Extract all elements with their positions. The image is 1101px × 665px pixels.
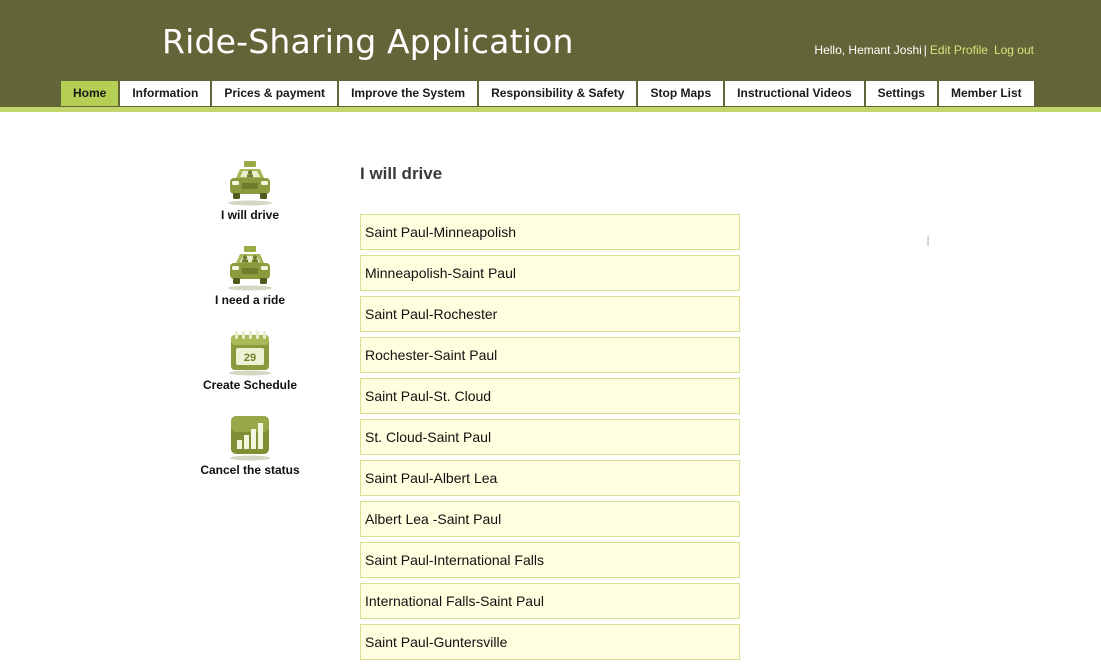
bar-chart-icon [230, 416, 270, 461]
sidebar-item-cancel-status[interactable]: Cancel the status [190, 413, 310, 477]
route-item[interactable]: Saint Paul-Rochester [360, 296, 740, 332]
calendar-day: 29 [244, 352, 256, 364]
calendar-icon: 29 [229, 331, 271, 376]
route-item[interactable]: International Falls-Saint Paul [360, 583, 740, 619]
user-bar: Hello, Hemant Joshi | Edit Profile Log out [814, 43, 1034, 57]
sidebar-item-label: Create Schedule [202, 378, 298, 392]
tab-stop-maps[interactable]: Stop Maps [638, 81, 724, 106]
sidebar-item-label: I need a ride [214, 293, 286, 307]
main-nav: Home Information Prices & payment Improv… [61, 81, 1036, 106]
tab-improve-system[interactable]: Improve the System [339, 81, 478, 106]
route-item[interactable]: St. Cloud-Saint Paul [360, 419, 740, 455]
tab-information[interactable]: Information [120, 81, 211, 106]
route-item[interactable]: Saint Paul-Guntersville [360, 624, 740, 660]
taxi-passengers-icon [228, 246, 272, 291]
route-item[interactable]: Saint Paul-Minneapolish [360, 214, 740, 250]
tab-instructional-videos[interactable]: Instructional Videos [725, 81, 864, 106]
sidebar-item-i-will-drive[interactable]: I will drive [190, 158, 310, 222]
app-title: Ride-Sharing Application [162, 22, 574, 61]
page-title: I will drive [360, 164, 443, 183]
route-item[interactable]: Saint Paul-St. Cloud [360, 378, 740, 414]
header-accent-stripe [0, 107, 1101, 112]
route-item[interactable]: Saint Paul-Albert Lea [360, 460, 740, 496]
main-content: I will drive Saint Paul-Minneapolish Min… [360, 164, 740, 660]
text-cursor-icon: I [926, 234, 931, 250]
route-item[interactable]: Minneapolish-Saint Paul [360, 255, 740, 291]
tab-responsibility-safety[interactable]: Responsibility & Safety [479, 81, 637, 106]
route-item[interactable]: Albert Lea -Saint Paul [360, 501, 740, 537]
logout-link[interactable]: Log out [994, 43, 1034, 57]
tab-settings[interactable]: Settings [865, 81, 937, 106]
sidebar-item-label: I will drive [220, 208, 280, 222]
edit-profile-link[interactable]: Edit Profile [930, 43, 988, 57]
sidebar-item-label: Cancel the status [200, 463, 300, 477]
tab-prices-payment[interactable]: Prices & payment [212, 81, 338, 106]
route-item[interactable]: Rochester-Saint Paul [360, 337, 740, 373]
tab-member-list[interactable]: Member List [938, 81, 1034, 106]
user-greeting: Hello, Hemant Joshi [814, 43, 922, 57]
header-bar: Ride-Sharing Application Hello, Hemant J… [0, 0, 1101, 107]
user-bar-separator: | [923, 43, 927, 57]
route-item[interactable]: Saint Paul-International Falls [360, 542, 740, 578]
sidebar-item-create-schedule[interactable]: 29 Create Schedule [190, 328, 310, 392]
sidebar-item-i-need-a-ride[interactable]: I need a ride [190, 243, 310, 307]
taxi-driver-icon [228, 161, 272, 206]
tab-home[interactable]: Home [61, 81, 119, 106]
route-list: Saint Paul-Minneapolish Minneapolish-Sai… [360, 214, 740, 665]
